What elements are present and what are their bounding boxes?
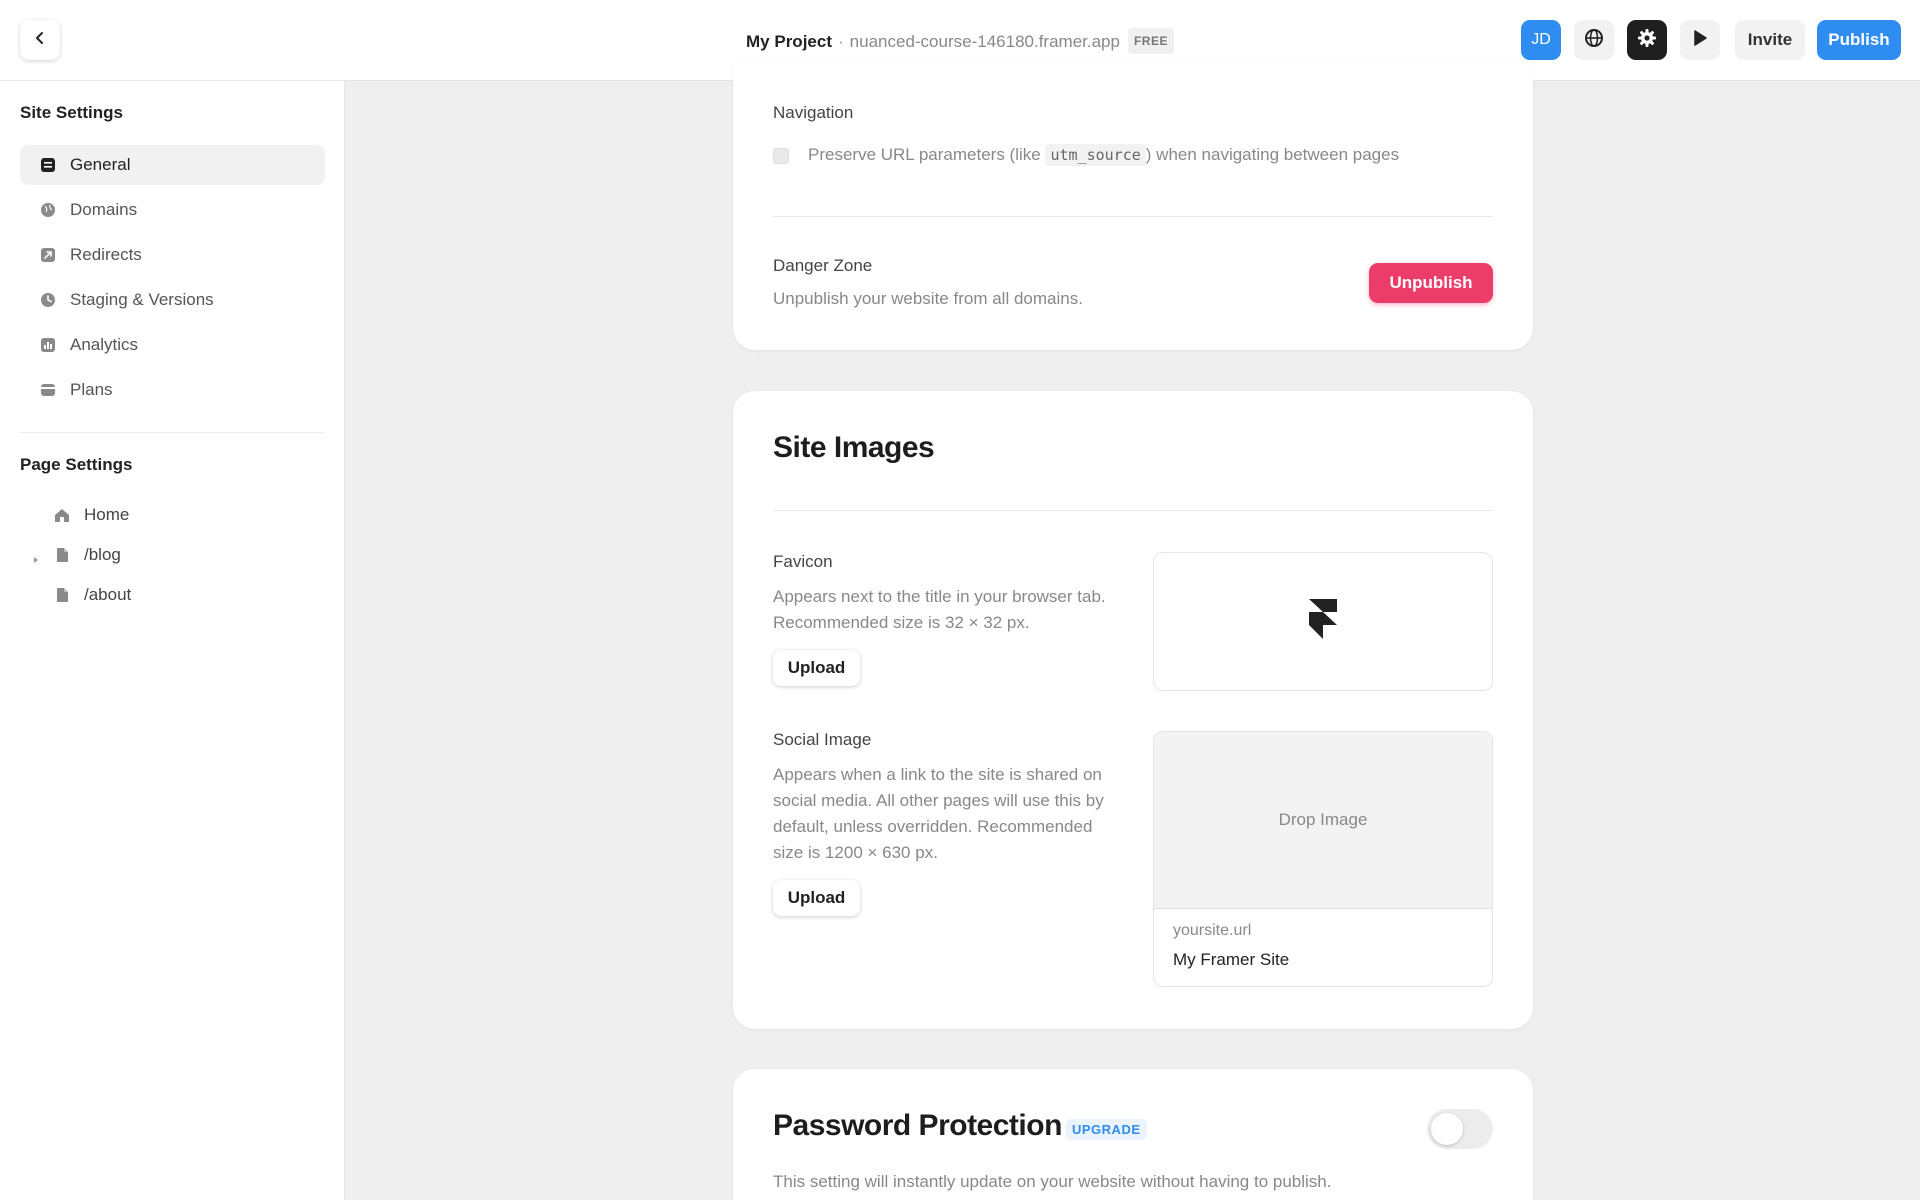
- page-settings-heading: Page Settings: [20, 455, 133, 474]
- danger-zone-label: Danger Zone: [773, 256, 873, 275]
- site-images-card: Site Images Favicon Appears next to the …: [733, 391, 1533, 1029]
- title-separator: ·: [838, 32, 844, 51]
- sidebar-item-analytics[interactable]: Analytics: [20, 325, 325, 365]
- page-item-about[interactable]: /about: [20, 577, 325, 613]
- danger-zone-description: Unpublish your website from all domains.: [773, 289, 1083, 308]
- preserve-url-params-label: Preserve URL parameters (like utm_source…: [808, 144, 1400, 166]
- file-icon: [54, 587, 70, 603]
- project-name[interactable]: My Project: [746, 32, 832, 51]
- preview-site-title: My Framer Site: [1173, 950, 1290, 969]
- caret-right-icon[interactable]: [32, 550, 40, 570]
- social-image-label: Social Image: [773, 730, 872, 749]
- site-images-title: Site Images: [773, 431, 935, 464]
- favicon-upload-button[interactable]: Upload: [773, 650, 860, 686]
- home-icon: [54, 507, 70, 523]
- sidebar-item-redirects[interactable]: Redirects: [20, 235, 325, 275]
- play-icon: [1692, 29, 1708, 52]
- plan-badge: FREE: [1127, 28, 1174, 54]
- upgrade-badge[interactable]: UPGRADE: [1066, 1119, 1147, 1140]
- sidebar: Site Settings General Domains Redirects …: [0, 81, 345, 1200]
- favicon-description: Appears next to the title in your browse…: [773, 587, 1106, 632]
- password-protection-card: Password Protection UPGRADE This setting…: [733, 1069, 1533, 1200]
- social-image-upload-button[interactable]: Upload: [773, 880, 860, 916]
- preview-button[interactable]: [1680, 20, 1720, 60]
- globe-icon: [1584, 28, 1604, 53]
- site-settings-heading: Site Settings: [20, 103, 123, 122]
- globe-icon: [40, 202, 56, 218]
- page-item-blog[interactable]: /blog: [20, 537, 325, 573]
- publish-button[interactable]: Publish: [1817, 20, 1901, 60]
- chart-icon: [40, 337, 56, 353]
- favicon-preview[interactable]: [1153, 552, 1493, 691]
- sidebar-item-label: Analytics: [70, 335, 139, 354]
- page-item-label: /about: [84, 585, 132, 604]
- settings-button[interactable]: [1627, 20, 1667, 60]
- general-icon: [40, 157, 56, 173]
- sidebar-item-label: Domains: [70, 200, 138, 219]
- utm-source-code: utm_source: [1045, 144, 1146, 166]
- sidebar-item-label: General: [70, 155, 131, 174]
- framer-logo-icon: [1309, 599, 1337, 644]
- section-divider: [773, 510, 1493, 511]
- sidebar-divider: [20, 432, 325, 433]
- file-icon: [54, 547, 70, 563]
- social-image-description: Appears when a link to the site is share…: [773, 765, 1104, 862]
- clock-icon: [40, 292, 56, 308]
- general-settings-card: Navigation Preserve URL parameters (like…: [733, 60, 1533, 350]
- sidebar-item-plans[interactable]: Plans: [20, 370, 325, 410]
- preview-url: yoursite.url: [1173, 922, 1252, 939]
- sidebar-item-label: Plans: [70, 380, 113, 399]
- invite-button[interactable]: Invite: [1735, 20, 1805, 60]
- password-protection-description: This setting will instantly update on yo…: [773, 1172, 1332, 1191]
- site-url[interactable]: nuanced-course-146180.framer.app: [850, 32, 1120, 51]
- page-item-label: /blog: [84, 545, 121, 564]
- page-item-label: Home: [84, 505, 130, 524]
- sidebar-item-label: Redirects: [70, 245, 142, 264]
- user-avatar[interactable]: JD: [1521, 20, 1561, 60]
- card-icon: [40, 382, 56, 398]
- password-protection-title: Password Protection: [773, 1109, 1062, 1142]
- sidebar-item-domains[interactable]: Domains: [20, 190, 325, 230]
- sidebar-item-staging-versions[interactable]: Staging & Versions: [20, 280, 325, 320]
- redirect-icon: [40, 247, 56, 263]
- page-item-home[interactable]: Home: [20, 497, 325, 533]
- favicon-label: Favicon: [773, 552, 833, 571]
- globe-button[interactable]: [1574, 20, 1614, 60]
- sidebar-item-general[interactable]: General: [20, 145, 325, 185]
- section-divider: [773, 216, 1493, 217]
- sidebar-item-label: Staging & Versions: [70, 290, 214, 309]
- drop-image-zone[interactable]: Drop Image: [1154, 732, 1492, 909]
- password-protection-toggle[interactable]: [1427, 1109, 1493, 1149]
- unpublish-button[interactable]: Unpublish: [1369, 263, 1493, 303]
- navigation-label: Navigation: [773, 103, 854, 122]
- social-image-preview[interactable]: Drop Image yoursite.url My Framer Site: [1153, 731, 1493, 987]
- gear-icon: [1637, 28, 1657, 53]
- toggle-knob: [1431, 1113, 1463, 1145]
- preserve-url-params-checkbox[interactable]: [773, 148, 789, 164]
